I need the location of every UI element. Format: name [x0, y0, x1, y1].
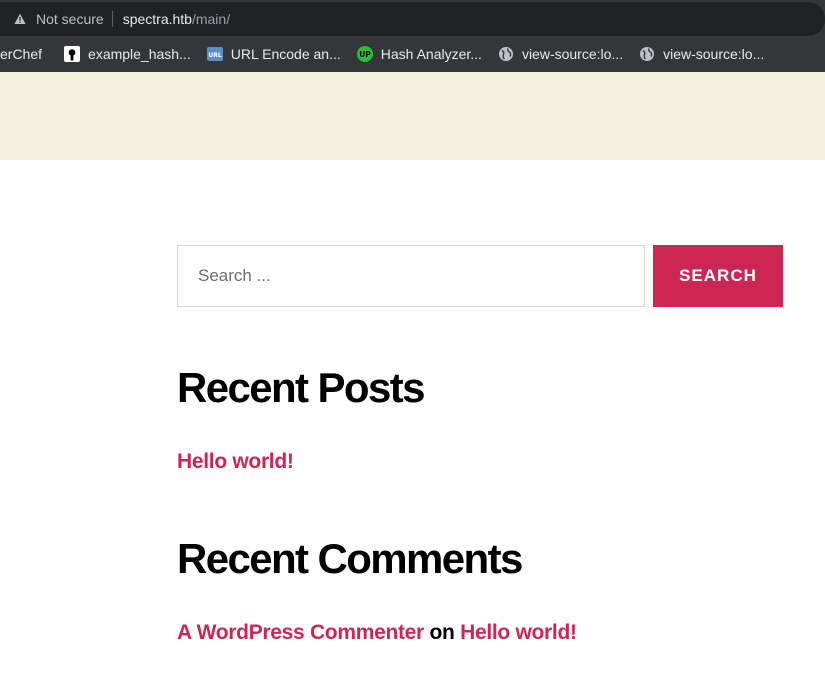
comment-author-link[interactable]: A WordPress Commenter [177, 621, 424, 644]
warning-icon[interactable] [14, 13, 26, 25]
comment-post-link[interactable]: Hello world! [460, 621, 577, 644]
address-divider [111, 11, 113, 27]
search-form: SEARCH [177, 245, 783, 307]
bookmark-view-source-1[interactable]: view-source:lo... [490, 40, 631, 68]
github-icon [64, 46, 81, 62]
bookmark-label: URL Encode an... [230, 46, 341, 62]
recent-comment-item: A WordPress Commenter on Hello world! [177, 621, 577, 645]
url-icon: URL [206, 46, 223, 62]
bookmark-cyberchef[interactable]: erChef [0, 40, 50, 68]
comment-connector: on [429, 621, 455, 644]
bookmark-label: erChef [0, 46, 43, 62]
bookmark-hash-analyzer[interactable]: UP Hash Analyzer... [349, 40, 490, 68]
url-path: /main/ [191, 11, 231, 27]
recent-post-item: Hello world! [177, 450, 294, 474]
bookmark-example-hashes[interactable]: example_hash... [56, 40, 199, 68]
bookmarks-bar: erChef example_hash... URL URL Encode an… [0, 36, 825, 72]
browser-chrome: Not secure spectra.htb/main/ erChef exam… [0, 0, 825, 72]
bookmark-label: view-source:lo... [663, 46, 765, 62]
globe-icon [639, 46, 655, 62]
globe-icon [498, 46, 514, 62]
bookmark-url-encode[interactable]: URL URL Encode an... [199, 40, 349, 68]
url-text[interactable]: spectra.htb/main/ [123, 11, 230, 27]
up-icon: UP [356, 46, 373, 62]
svg-text:UP: UP [359, 50, 371, 59]
svg-text:URL: URL [208, 52, 221, 59]
search-button[interactable]: SEARCH [653, 245, 783, 307]
bookmark-label: example_hash... [88, 46, 191, 62]
url-host: spectra.htb [122, 11, 192, 27]
address-bar[interactable]: Not secure spectra.htb/main/ [0, 2, 825, 36]
bookmark-label: Hash Analyzer... [380, 46, 482, 62]
recent-post-link[interactable]: Hello world! [177, 450, 294, 473]
bookmark-label: view-source:lo... [521, 46, 624, 62]
bookmark-view-source-2[interactable]: view-source:lo... [631, 40, 772, 68]
security-status[interactable]: Not secure [36, 11, 104, 27]
recent-comments-heading: Recent Comments [177, 535, 523, 582]
site-header [0, 72, 825, 160]
recent-posts-heading: Recent Posts [177, 364, 425, 411]
search-input[interactable] [177, 245, 645, 307]
